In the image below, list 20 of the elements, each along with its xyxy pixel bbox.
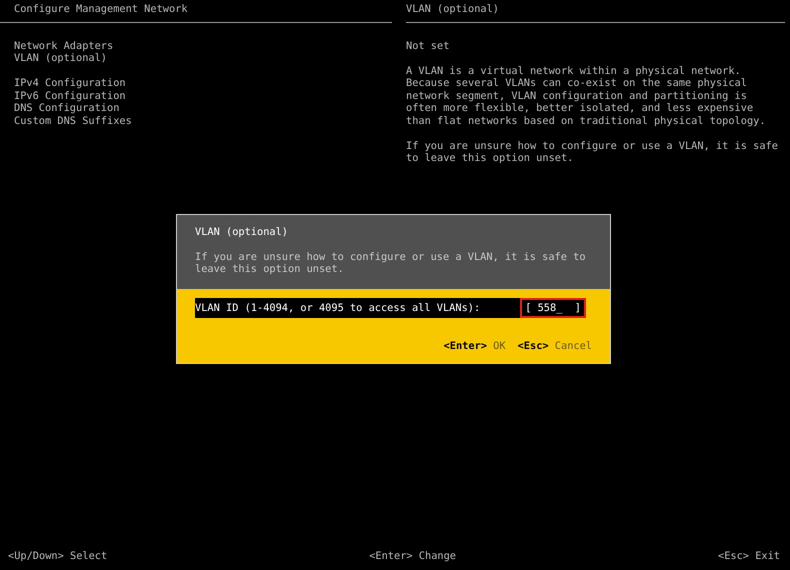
menu-item[interactable]: DNS Configuration — [14, 102, 392, 114]
screen-title: Configure Management Network — [0, 0, 392, 22]
menu-item[interactable]: Custom DNS Suffixes — [14, 114, 392, 127]
description-text: If you are unsure how to configure or use a VLAN, it is safe to leave this option unset. — [406, 140, 779, 164]
dialog-action[interactable]: <Esc> Cancel — [518, 340, 592, 352]
status-text: Not set — [406, 40, 450, 52]
field-label: VLAN ID (1-4094, or 4095 to access all VLANs): — [195, 302, 482, 314]
menu-item[interactable]: VLAN (optional) — [14, 52, 392, 64]
dialog-action[interactable]: <Enter> OK — [444, 340, 506, 352]
dialog-title: VLAN (optional) — [195, 226, 289, 238]
key-hint: <Enter> Change — [369, 550, 456, 562]
menu-item[interactable]: IPv6 Configuration — [14, 90, 392, 102]
key-hint: <Esc> Exit — [718, 550, 780, 562]
dialog-description: If you are unsure how to configure or use a VLAN, it is safe to leave this option unset. — [195, 250, 587, 276]
key-hint: <Up/Down> Select — [8, 550, 108, 562]
vlan-id-field[interactable]: [ 558_ ] — [520, 298, 586, 318]
menu-item[interactable]: IPv4 Configuration — [14, 77, 392, 90]
menu-item[interactable]: Network Adapters — [14, 40, 392, 52]
panel-title: VLAN (optional) — [406, 0, 785, 22]
description-text: A VLAN is a virtual network within a physical network. Because several VLANs can co-exist on the same physical network segment, VLAN configuration and partitioning is often more flexible, better isolated, and less expensive than flat networks based on traditional physical topology. — [406, 64, 767, 127]
